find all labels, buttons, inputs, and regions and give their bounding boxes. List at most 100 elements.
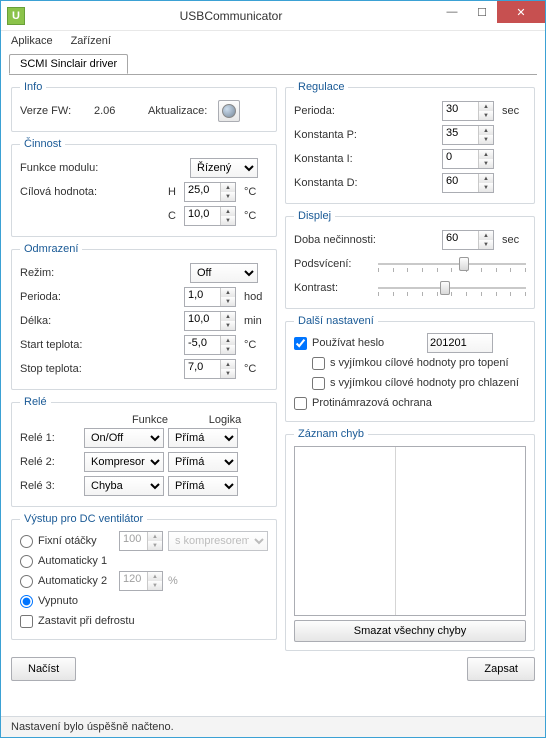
group-fan: Výstup pro DC ventilátor Fixní otáčky 100… — [11, 513, 277, 640]
group-relay: Relé Funkce Logika Relé 1:On/OffPřímá Re… — [11, 396, 277, 507]
fan-fixed-radio[interactable] — [20, 535, 33, 548]
group-other: Další nastavení Používat heslo s vyjímko… — [285, 315, 535, 422]
defrost-period-label: Perioda: — [20, 291, 120, 303]
maximize-button[interactable]: ☐ — [467, 1, 497, 23]
defrost-mode-label: Režim: — [20, 267, 120, 279]
defrost-stop-unit: °C — [240, 363, 268, 375]
pwd-check[interactable] — [294, 337, 307, 350]
group-display: Displej Doba nečinnosti: 60▲▼ sec Podsvíce… — [285, 210, 535, 309]
h-unit: °C — [240, 186, 268, 198]
fan-auto2-radio[interactable] — [20, 575, 33, 588]
app-icon: U — [7, 7, 25, 25]
reg-period-label: Perioda: — [294, 105, 394, 117]
antifreeze-label: Protinámrazová ochrana — [312, 397, 432, 409]
reg-d-spin[interactable]: 60▲▼ — [442, 173, 494, 193]
defrost-period-spin[interactable]: 1,0▲▼ — [184, 287, 236, 307]
legend-display: Displej — [294, 210, 335, 222]
menu-device[interactable]: Zařízení — [71, 35, 111, 47]
defrost-start-label: Start teplota: — [20, 339, 120, 351]
group-errors: Záznam chyb Smazat všechny chyby — [285, 428, 535, 651]
fan-auto2-label: Automaticky 2 — [38, 575, 114, 587]
c-label: C — [162, 210, 180, 222]
h-label: H — [162, 186, 180, 198]
defrost-start-spin[interactable]: -5,0▲▼ — [184, 335, 236, 355]
module-select[interactable]: Řízený — [190, 158, 258, 178]
relay2-func[interactable]: Kompresor — [84, 452, 164, 472]
h-spin[interactable]: 25,0▲▼ — [184, 182, 236, 202]
defrost-mode-select[interactable]: Off — [190, 263, 258, 283]
write-button[interactable]: Zapsat — [467, 657, 535, 681]
contrast-slider[interactable] — [378, 278, 526, 298]
relay3-label: Relé 3: — [20, 480, 80, 492]
defrost-length-label: Délka: — [20, 315, 120, 327]
relay3-logic[interactable]: Přímá — [168, 476, 238, 496]
globe-icon — [222, 104, 236, 118]
contrast-label: Kontrast: — [294, 282, 374, 294]
fan-fixed-spin[interactable]: 100▲▼ — [119, 531, 163, 551]
fan-auto2-unit: % — [168, 575, 178, 587]
relay2-label: Relé 2: — [20, 456, 80, 468]
update-label: Aktualizace: — [148, 105, 214, 117]
disp-idle-label: Doba nečinnosti: — [294, 234, 394, 246]
fan-off-label: Vypnuto — [38, 595, 78, 607]
clear-errors-button[interactable]: Smazat všechny chyby — [294, 620, 526, 642]
fan-auto1-label: Automaticky 1 — [38, 555, 107, 567]
pwd-input[interactable] — [427, 333, 493, 353]
backlight-slider[interactable] — [378, 254, 526, 274]
legend-defrost: Odmrazení — [20, 243, 82, 255]
legend-activity: Činnost — [20, 138, 65, 150]
group-regulation: Regulace Perioda: 30▲▼ sec Konstanta P: 35▲… — [285, 81, 535, 204]
defrost-length-spin[interactable]: 10,0▲▼ — [184, 311, 236, 331]
fw-label: Verze FW: — [20, 105, 90, 117]
reg-period-unit: sec — [498, 105, 526, 117]
menu-app[interactable]: Aplikace — [11, 35, 53, 47]
backlight-label: Podsvícení: — [294, 258, 374, 270]
minimize-button[interactable]: — — [437, 1, 467, 23]
fan-auto2-spin[interactable]: 120▲▼ — [119, 571, 163, 591]
legend-other: Další nastavení — [294, 315, 378, 327]
window-title: USBCommunicator — [25, 9, 437, 23]
legend-fan: Výstup pro DC ventilátor — [20, 513, 147, 525]
relay1-func[interactable]: On/Off — [84, 428, 164, 448]
defrost-stop-label: Stop teplota: — [20, 363, 120, 375]
disp-idle-spin[interactable]: 60▲▼ — [442, 230, 494, 250]
menubar: Aplikace Zařízení — [1, 31, 545, 51]
reg-i-label: Konstanta I: — [294, 153, 394, 165]
group-defrost: Odmrazení Režim: Off Perioda: 1,0▲▼ hod Dél… — [11, 243, 277, 390]
relay1-logic[interactable]: Přímá — [168, 428, 238, 448]
fan-stop-label: Zastavit při defrostu — [38, 615, 135, 627]
fan-stop-check[interactable] — [20, 615, 33, 628]
except-cool-check[interactable] — [312, 377, 325, 390]
legend-errors: Záznam chyb — [294, 428, 368, 440]
reg-i-spin[interactable]: 0▲▼ — [442, 149, 494, 169]
reg-p-spin[interactable]: 35▲▼ — [442, 125, 494, 145]
fw-value: 2.06 — [94, 105, 144, 117]
legend-regulation: Regulace — [294, 81, 348, 93]
reg-period-spin[interactable]: 30▲▼ — [442, 101, 494, 121]
disp-idle-unit: sec — [498, 234, 526, 246]
fan-fixed-select[interactable]: s kompresorem — [168, 531, 268, 551]
defrost-period-unit: hod — [240, 291, 268, 303]
relay3-func[interactable]: Chyba — [84, 476, 164, 496]
update-button[interactable] — [218, 100, 240, 122]
target-label: Cílová hodnota: — [20, 186, 120, 198]
reg-p-label: Konstanta P: — [294, 129, 394, 141]
tab-scmi[interactable]: SCMI Sinclair driver — [9, 54, 128, 74]
group-activity: Činnost Funkce modulu: Řízený Cílová hod… — [11, 138, 277, 237]
reg-d-label: Konstanta D: — [294, 177, 394, 189]
read-button[interactable]: Načíst — [11, 657, 76, 681]
defrost-stop-spin[interactable]: 7,0▲▼ — [184, 359, 236, 379]
status-bar: Nastavení bylo úspěšně načteno. — [1, 716, 545, 737]
tabstrip: SCMI Sinclair driver — [9, 53, 537, 75]
c-spin[interactable]: 10,0▲▼ — [184, 206, 236, 226]
fan-auto1-radio[interactable] — [20, 555, 33, 568]
group-info: Info Verze FW: 2.06 Aktualizace: — [11, 81, 277, 132]
pwd-label: Používat heslo — [312, 337, 422, 349]
antifreeze-check[interactable] — [294, 397, 307, 410]
close-button[interactable]: ✕ — [497, 1, 545, 23]
except-heat-check[interactable] — [312, 357, 325, 370]
fan-off-radio[interactable] — [20, 595, 33, 608]
fan-fixed-label: Fixní otáčky — [38, 535, 114, 547]
legend-relay: Relé — [20, 396, 51, 408]
relay2-logic[interactable]: Přímá — [168, 452, 238, 472]
